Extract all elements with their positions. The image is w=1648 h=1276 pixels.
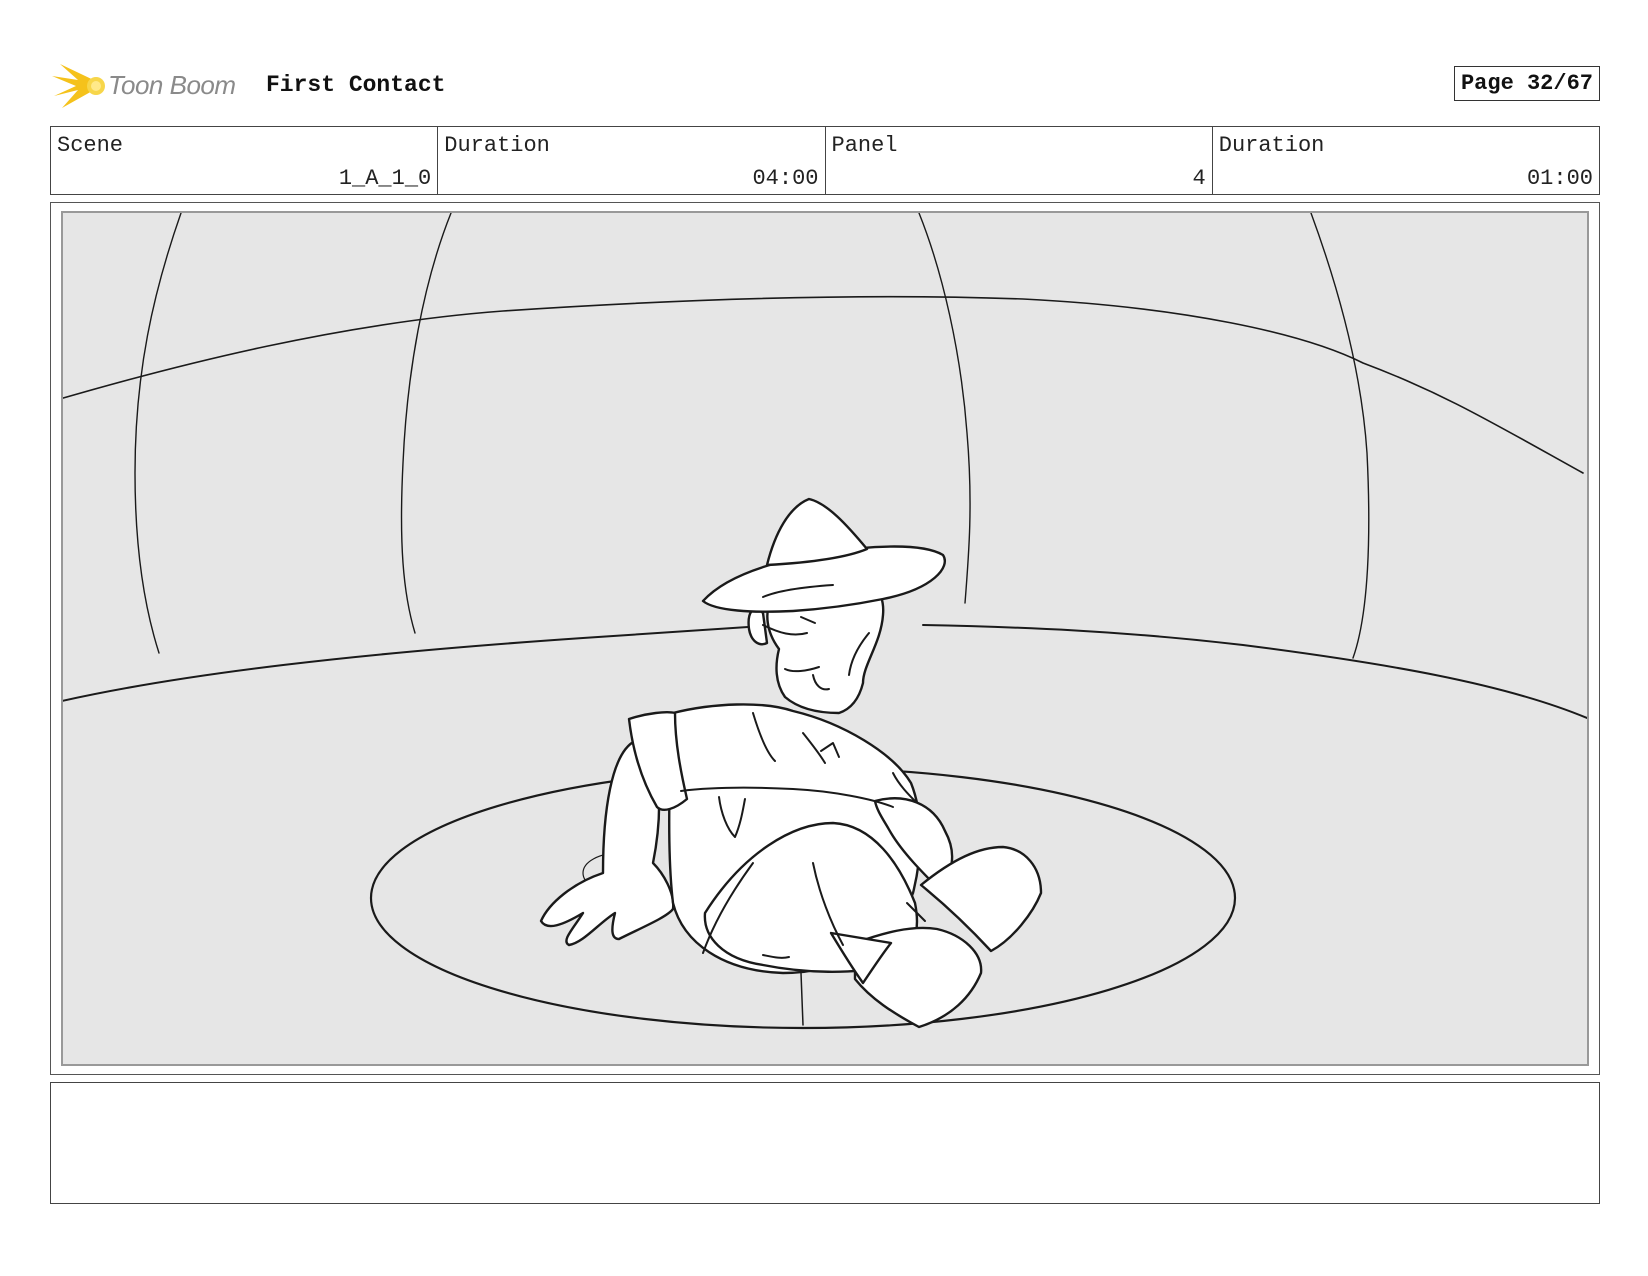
project-title: First Contact: [266, 72, 446, 98]
logo-wordmark: Toon Boom: [108, 70, 236, 100]
panel-duration-cell: Duration 01:00: [1213, 127, 1599, 194]
scene-label: Scene: [57, 133, 124, 158]
toon-boom-logo: Toon Boom: [50, 60, 250, 110]
panel-value: 4: [1192, 166, 1206, 191]
panel-cell: Panel 4: [826, 127, 1213, 194]
scene-duration-cell: Duration 04:00: [438, 127, 826, 194]
panel-notes-box: [50, 1082, 1600, 1204]
panel-duration-label: Duration: [1218, 133, 1325, 158]
scene-cell: Scene 1_A_1_0: [51, 127, 439, 194]
storyboard-header: Toon Boom First Contact Page 32/67: [50, 58, 1600, 114]
shot-info-table: Scene 1_A_1_0 Duration 04:00 Panel 4 Dur…: [50, 126, 1600, 195]
storyboard-panel-image: [61, 211, 1589, 1066]
scene-value: 1_A_1_0: [338, 166, 432, 191]
toon-boom-starburst-icon: [52, 64, 105, 108]
storyboard-panel-frame: [50, 202, 1600, 1075]
panel-label: Panel: [831, 133, 898, 158]
sketch-drawing: [63, 213, 1587, 1030]
scene-duration-value: 04:00: [752, 166, 819, 191]
page-indicator: Page 32/67: [1453, 66, 1600, 101]
panel-duration-value: 01:00: [1526, 166, 1593, 191]
scene-duration-label: Duration: [444, 133, 550, 158]
